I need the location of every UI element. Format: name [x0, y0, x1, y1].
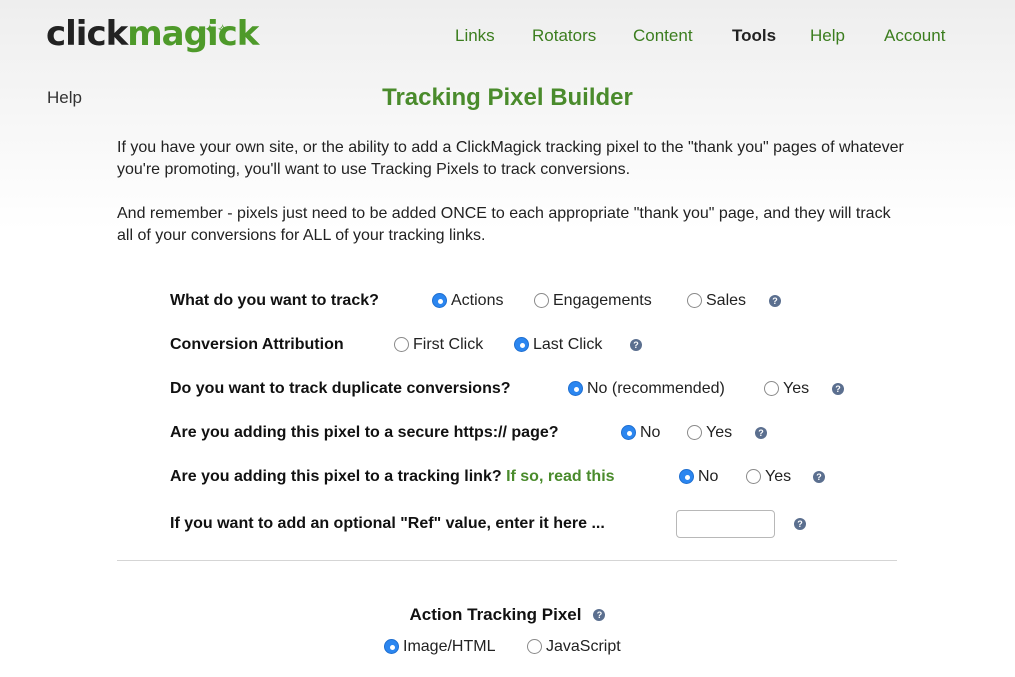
- track-actions-option[interactable]: Actions: [432, 289, 503, 313]
- option-label: Yes: [765, 468, 792, 485]
- secure-page-label: Are you adding this pixel to a secure ht…: [170, 424, 559, 441]
- radio-selected-icon[interactable]: [679, 469, 694, 484]
- radio-selected-icon[interactable]: [621, 425, 636, 440]
- radio-selected-icon[interactable]: [384, 639, 399, 654]
- section-divider: [117, 560, 897, 561]
- radio-selected-icon[interactable]: [568, 381, 583, 396]
- image-html-option[interactable]: Image/HTML: [384, 635, 495, 659]
- tracking-link-row: Are you adding this pixel to a tracking …: [170, 465, 840, 489]
- track-type-label: What do you want to track?: [170, 292, 379, 309]
- ref-input[interactable]: [676, 510, 775, 538]
- nav-help[interactable]: Help: [810, 26, 845, 46]
- radio-selected-icon[interactable]: [432, 293, 447, 308]
- help-question-icon[interactable]: ?: [794, 518, 806, 530]
- last-click-option[interactable]: Last Click: [514, 333, 602, 357]
- ref-row: If you want to add an optional "Ref" val…: [170, 510, 820, 538]
- tracking-link-question: Are you adding this pixel to a tracking …: [170, 468, 502, 485]
- attribution-label: Conversion Attribution: [170, 336, 344, 353]
- option-label: Last Click: [533, 336, 603, 353]
- nav-account[interactable]: Account: [884, 26, 945, 46]
- intro-paragraph-1: If you have your own site, or the abilit…: [117, 139, 904, 178]
- radio-icon[interactable]: [687, 425, 702, 440]
- track-sales-option[interactable]: Sales: [687, 289, 746, 313]
- secure-yes-option[interactable]: Yes: [687, 421, 732, 445]
- help-question-icon[interactable]: ?: [832, 383, 844, 395]
- radio-selected-icon[interactable]: [514, 337, 529, 352]
- help-question-icon[interactable]: ?: [755, 427, 767, 439]
- option-label: No (recommended): [587, 380, 725, 397]
- option-label: Yes: [783, 380, 810, 397]
- radio-icon[interactable]: [687, 293, 702, 308]
- option-label: First Click: [413, 336, 484, 353]
- secure-page-row: Are you adding this pixel to a secure ht…: [170, 421, 780, 445]
- help-question-icon[interactable]: ?: [813, 471, 825, 483]
- duplicates-yes-option[interactable]: Yes: [764, 377, 809, 401]
- option-label: JavaScript: [546, 638, 621, 655]
- option-label: Actions: [451, 292, 504, 309]
- javascript-option[interactable]: JavaScript: [527, 635, 621, 659]
- secure-no-option[interactable]: No: [621, 421, 660, 445]
- radio-icon[interactable]: [527, 639, 542, 654]
- option-label: No: [698, 468, 719, 485]
- intro-text: If you have your own site, or the abilit…: [117, 137, 907, 247]
- first-click-option[interactable]: First Click: [394, 333, 483, 357]
- track-type-row: What do you want to track? Actions Engag…: [170, 289, 790, 313]
- attribution-row: Conversion Attribution First Click Last …: [170, 333, 650, 357]
- help-question-icon[interactable]: ?: [630, 339, 642, 351]
- page-title: Tracking Pixel Builder: [382, 84, 633, 111]
- radio-icon[interactable]: [394, 337, 409, 352]
- tracking-link-label: Are you adding this pixel to a tracking …: [170, 465, 615, 489]
- help-question-icon[interactable]: ?: [769, 295, 781, 307]
- radio-icon[interactable]: [764, 381, 779, 396]
- track-engagements-option[interactable]: Engagements: [534, 289, 652, 313]
- tracking-link-no-option[interactable]: No: [679, 465, 718, 489]
- read-this-link[interactable]: If so, read this: [506, 468, 614, 485]
- action-pixel-title: Action Tracking Pixel: [409, 605, 582, 624]
- nav-links[interactable]: Links: [455, 26, 495, 46]
- ref-label: If you want to add an optional "Ref" val…: [170, 515, 605, 532]
- nav-content[interactable]: Content: [633, 26, 693, 46]
- radio-icon[interactable]: [534, 293, 549, 308]
- pixel-format-row: Image/HTML JavaScript: [384, 635, 644, 659]
- duplicates-label: Do you want to track duplicate conversio…: [170, 380, 511, 397]
- option-label: Engagements: [553, 292, 652, 309]
- nav-rotators[interactable]: Rotators: [532, 26, 596, 46]
- option-label: Yes: [706, 424, 733, 441]
- option-label: Sales: [706, 292, 747, 309]
- action-pixel-section-title: Action Tracking Pixel?: [0, 605, 1015, 625]
- radio-icon[interactable]: [746, 469, 761, 484]
- nav-tools[interactable]: Tools: [732, 26, 776, 46]
- duplicates-no-option[interactable]: No (recommended): [568, 377, 725, 401]
- tracking-link-yes-option[interactable]: Yes: [746, 465, 791, 489]
- help-question-icon[interactable]: ?: [593, 608, 606, 621]
- option-label: No: [640, 424, 661, 441]
- option-label: Image/HTML: [403, 638, 496, 655]
- duplicates-row: Do you want to track duplicate conversio…: [170, 377, 860, 401]
- top-nav: Links Rotators Content Tools Help Accoun…: [0, 26, 1015, 46]
- intro-paragraph-2: And remember - pixels just need to be ad…: [117, 205, 891, 244]
